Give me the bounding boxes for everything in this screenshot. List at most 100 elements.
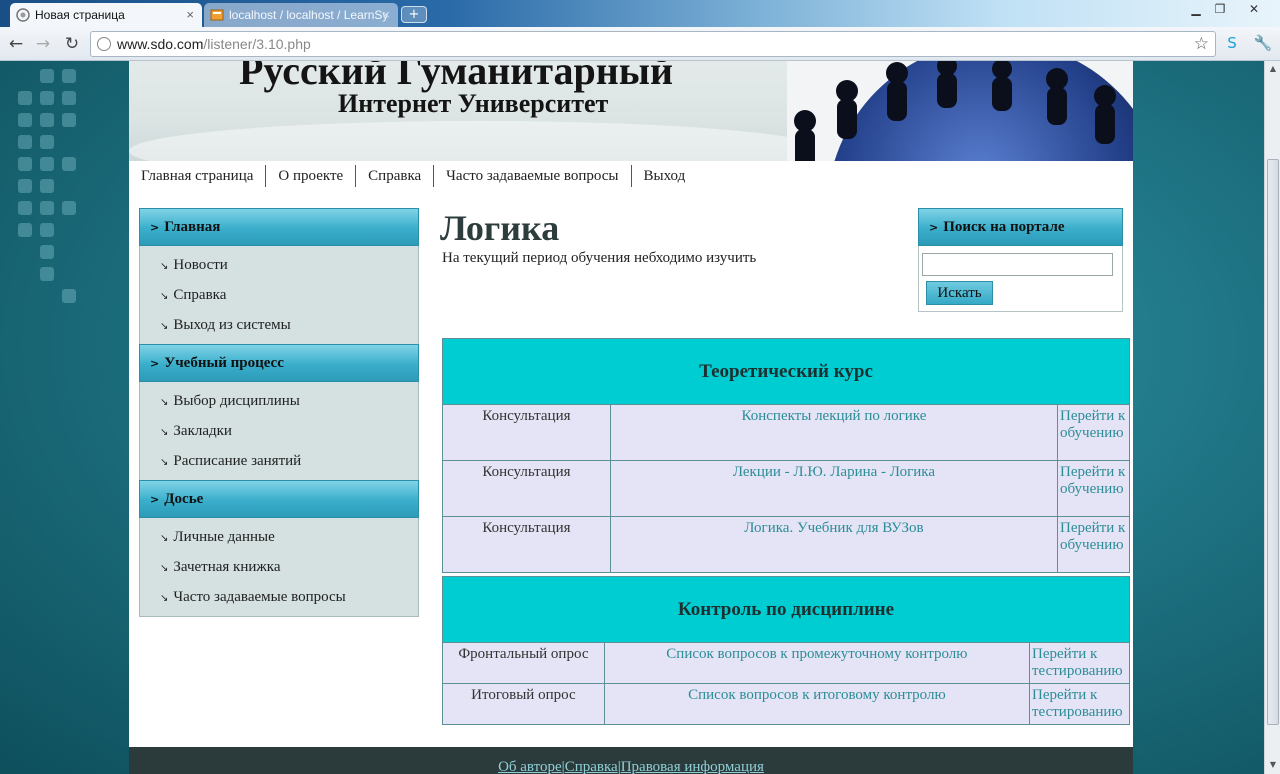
material-link[interactable]: Логика. Учебник для ВУЗов	[609, 516, 1059, 573]
globe-icon	[97, 37, 111, 51]
sidebar-item-bookmarks[interactable]: ↘ Закладки	[140, 416, 418, 446]
chevron-right-icon: >	[150, 356, 160, 370]
sidebar-item-logout[interactable]: ↘ Выход из системы	[140, 310, 418, 340]
sidebar-item-label: Расписание занятий	[173, 453, 302, 469]
page-title: Логика	[440, 208, 560, 248]
control-heading: Контроль по дисциплине	[442, 576, 1130, 643]
site-subtitle: Интернет Университет	[338, 89, 609, 118]
address-bar[interactable]: www.sdo.com/listener/3.10.php ☆	[90, 31, 1216, 57]
sidebar-section-main[interactable]: > Главная	[139, 208, 419, 246]
wrench-icon[interactable]: 🔧	[1252, 32, 1274, 54]
footer-link-author[interactable]: Об авторе	[498, 759, 562, 774]
corner-arrow-icon: ↘	[160, 397, 169, 408]
sidebar-list: ↘ Новости ↘ Справка ↘ Выход из системы	[139, 246, 419, 344]
new-tab-button[interactable]: +	[401, 6, 427, 23]
menu-item-help[interactable]: Справка	[356, 165, 435, 187]
footer-link-legal[interactable]: Правовая информация	[621, 759, 764, 774]
row-kind: Консультация	[442, 404, 611, 461]
table-row: Итоговый опрос Список вопросов к итогово…	[442, 683, 1130, 725]
site-header: Русский Гуманитарный Интернет Университе…	[129, 61, 1133, 161]
sidebar-item-gradebook[interactable]: ↘ Зачетная книжка	[140, 552, 418, 582]
menu-item-logout[interactable]: Выход	[632, 165, 698, 187]
search-panel: > Поиск на портале Искать	[918, 208, 1123, 312]
control-table: Контроль по дисциплине Фронтальный опрос…	[442, 576, 1130, 725]
search-panel-header: > Поиск на портале	[918, 208, 1123, 246]
chevron-right-icon: >	[929, 220, 939, 234]
close-tab-icon[interactable]: ×	[382, 7, 390, 22]
menu-item-about[interactable]: О проекте	[266, 165, 357, 187]
scroll-down-icon[interactable]: ▼	[1267, 758, 1279, 772]
table-row: Фронтальный опрос Список вопросов к пром…	[442, 642, 1130, 684]
tab-title: localhost / localhost / LearnSy	[229, 8, 389, 22]
menu-item-home[interactable]: Главная страница	[129, 165, 267, 187]
sidebar-section-title: Главная	[164, 218, 221, 235]
sidebar-item-personal[interactable]: ↘ Личные данные	[140, 522, 418, 552]
menu-item-faq[interactable]: Часто задаваемые вопросы	[434, 165, 632, 187]
corner-arrow-icon: ↘	[160, 321, 169, 332]
vertical-scrollbar[interactable]: ▲ ▼	[1264, 61, 1280, 774]
material-link[interactable]: Лекции - Л.Ю. Ларина - Логика	[609, 460, 1059, 517]
back-arrow-icon[interactable]: ←	[4, 32, 28, 56]
table-row: Консультация Логика. Учебник для ВУЗов П…	[442, 516, 1130, 573]
sidebar-item-faq[interactable]: ↘ Часто задаваемые вопросы	[140, 582, 418, 612]
close-tab-icon[interactable]: ×	[186, 7, 194, 22]
sidebar-list: ↘ Выбор дисциплины ↘ Закладки ↘ Расписание …	[139, 382, 419, 480]
sidebar-item-help[interactable]: ↘ Справка	[140, 280, 418, 310]
go-to-study-link[interactable]: Перейти к обучению	[1057, 404, 1130, 461]
sidebar-item-label: Личные данные	[173, 529, 275, 545]
scroll-up-icon[interactable]: ▲	[1267, 62, 1279, 76]
page-container: Русский Гуманитарный Интернет Университе…	[129, 61, 1133, 774]
db-icon	[210, 9, 224, 21]
site-footer: Об авторе|Справка|Правовая информация	[129, 747, 1133, 774]
sidebar-item-news[interactable]: ↘ Новости	[140, 250, 418, 280]
sidebar-section-study[interactable]: > Учебный процесс	[139, 344, 419, 382]
minimize-icon[interactable]: ▁	[1185, 1, 1207, 17]
sidebar-section-dossier[interactable]: > Досье	[139, 480, 419, 518]
footer-link-help[interactable]: Справка	[565, 759, 618, 774]
chevron-right-icon: >	[150, 220, 160, 234]
close-window-icon[interactable]: ✕	[1243, 1, 1265, 17]
row-kind: Консультация	[442, 460, 611, 517]
row-kind: Фронтальный опрос	[442, 642, 605, 684]
background-pattern	[18, 61, 108, 321]
sidebar-item-discipline[interactable]: ↘ Выбор дисциплины	[140, 386, 418, 416]
corner-arrow-icon: ↘	[160, 261, 169, 272]
top-menu: Главная страница О проекте Справка Часто…	[129, 161, 1133, 191]
page-viewport: Русский Гуманитарный Интернет Университе…	[0, 61, 1264, 774]
header-globe-image	[787, 61, 1133, 161]
header-swoosh	[129, 121, 829, 161]
url-path: /listener/3.10.php	[203, 36, 311, 52]
go-to-test-link[interactable]: Перейти к тестированию	[1029, 642, 1130, 684]
reload-icon[interactable]: ↻	[60, 32, 84, 56]
corner-arrow-icon: ↘	[160, 291, 169, 302]
sidebar-item-label: Часто задаваемые вопросы	[173, 589, 346, 605]
material-link[interactable]: Список вопросов к итоговому контролю	[603, 683, 1031, 725]
go-to-study-link[interactable]: Перейти к обучению	[1057, 516, 1130, 573]
table-row: Консультация Конспекты лекций по логике …	[442, 404, 1130, 461]
sidebar-section-title: Учебный процесс	[164, 354, 284, 371]
restore-icon[interactable]: ❐	[1209, 1, 1231, 17]
sidebar-list: ↘ Личные данные ↘ Зачетная книжка ↘ Часто з…	[139, 518, 419, 617]
url-host: www.sdo.com	[117, 36, 204, 52]
page-icon	[16, 8, 30, 22]
material-link[interactable]: Конспекты лекций по логике	[609, 404, 1059, 461]
tab-inactive[interactable]: localhost / localhost / LearnSy ×	[204, 3, 398, 27]
sidebar-item-schedule[interactable]: ↘ Расписание занятий	[140, 446, 418, 476]
sidebar-item-label: Справка	[173, 287, 227, 303]
material-link[interactable]: Список вопросов к промежуточному контрол…	[603, 642, 1031, 684]
scrollbar-thumb[interactable]	[1267, 159, 1279, 725]
skype-icon[interactable]: S	[1221, 32, 1243, 54]
go-to-study-link[interactable]: Перейти к обучению	[1057, 460, 1130, 517]
corner-arrow-icon: ↘	[160, 457, 169, 468]
go-to-test-link[interactable]: Перейти к тестированию	[1029, 683, 1130, 725]
row-kind: Консультация	[442, 516, 611, 573]
corner-arrow-icon: ↘	[160, 427, 169, 438]
forward-arrow-icon[interactable]: →	[31, 32, 55, 56]
tab-active[interactable]: Новая страница ×	[10, 3, 202, 27]
corner-arrow-icon: ↘	[160, 563, 169, 574]
sidebar-item-label: Новости	[173, 257, 228, 273]
table-row: Консультация Лекции - Л.Ю. Ларина - Логи…	[442, 460, 1130, 517]
search-input[interactable]	[922, 253, 1113, 276]
search-button[interactable]: Искать	[926, 281, 993, 305]
star-icon[interactable]: ☆	[1194, 32, 1209, 56]
